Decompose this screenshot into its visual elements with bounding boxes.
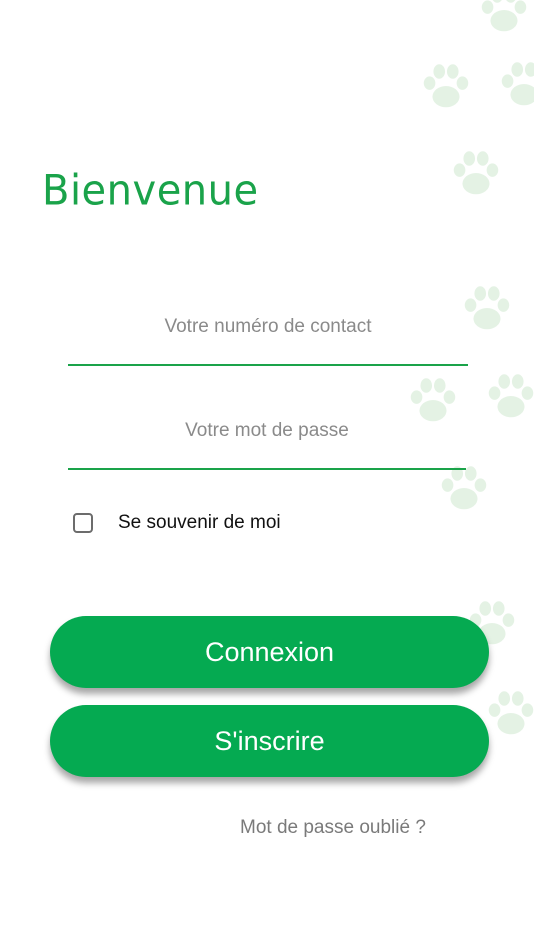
signup-button[interactable]: S'inscrire [50,705,489,777]
page-title: Bienvenue [42,166,259,216]
contact-number-field [68,302,468,366]
paw-print-icon [495,56,534,114]
password-input[interactable] [68,406,466,456]
remember-me-label: Se souvenir de moi [118,512,281,533]
contact-number-input[interactable] [68,302,468,352]
forgot-password-link[interactable]: Mot de passe oublié ? [240,817,426,839]
paw-print-icon [417,58,475,116]
paw-print-icon [482,368,534,426]
paw-print-icon [447,145,505,203]
remember-me-checkbox[interactable] [73,513,93,533]
password-field [68,406,466,470]
remember-me-row[interactable]: Se souvenir de moi [73,512,281,534]
paw-print-icon [475,0,533,40]
paw-print-icon [482,685,534,743]
login-screen: Bienvenue Se souvenir de moi Connexion S… [0,0,534,950]
login-button[interactable]: Connexion [50,616,489,688]
